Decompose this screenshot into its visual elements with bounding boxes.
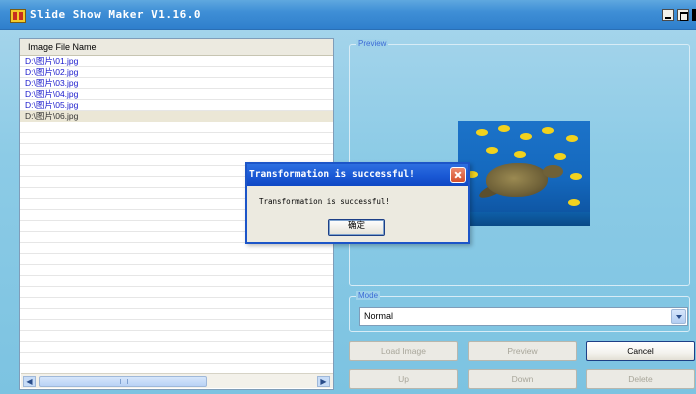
seabed-shape [458, 212, 590, 226]
fish-shape [486, 147, 498, 154]
list-item[interactable]: D:\图片\05.jpg [20, 100, 333, 111]
fish-shape [514, 151, 526, 158]
maximize-icon[interactable] [677, 9, 689, 21]
up-button[interactable]: Up [349, 369, 458, 389]
close-icon[interactable] [692, 9, 696, 21]
fish-shape [476, 129, 488, 136]
app-window: Slide Show Maker V1.16.0 Image File Name… [0, 0, 696, 394]
fish-shape [498, 125, 510, 132]
load-image-button[interactable]: Load Image [349, 341, 458, 361]
mode-select[interactable]: Normal [359, 307, 688, 326]
scroll-right-icon[interactable]: ▶ [317, 376, 330, 387]
list-column-header[interactable]: Image File Name [20, 39, 333, 56]
turtle-shape [486, 163, 548, 197]
horizontal-scrollbar[interactable]: ◀ ▶ [21, 373, 333, 388]
minimize-icon[interactable] [662, 9, 674, 21]
fish-shape [542, 127, 554, 134]
list-item[interactable]: D:\图片\03.jpg [20, 78, 333, 89]
down-button[interactable]: Down [468, 369, 577, 389]
preview-label: Preview [356, 39, 389, 48]
grip-icon [120, 379, 128, 384]
scroll-left-icon[interactable]: ◀ [23, 376, 36, 387]
window-title: Slide Show Maker V1.16.0 [30, 8, 201, 21]
cancel-button[interactable]: Cancel [586, 341, 695, 361]
dialog-message: Transformation is successful! [259, 197, 390, 206]
preview-image [458, 121, 590, 226]
turtle-head-shape [543, 165, 563, 178]
title-bar[interactable]: Slide Show Maker V1.16.0 [0, 0, 696, 30]
mode-selected-value: Normal [364, 311, 394, 321]
fish-shape [554, 153, 566, 160]
close-icon[interactable] [450, 167, 466, 183]
ok-button[interactable]: 确定 [328, 219, 385, 236]
delete-button[interactable]: Delete [586, 369, 695, 389]
fish-shape [520, 133, 532, 140]
mode-label: Mode [356, 291, 381, 300]
scroll-thumb[interactable] [39, 376, 207, 387]
list-item[interactable]: D:\图片\01.jpg [20, 56, 333, 67]
fish-shape [568, 199, 580, 206]
dialog-title: Transformation is successful! [249, 169, 415, 180]
list-item-selected[interactable]: D:\图片\06.jpg [20, 111, 333, 122]
mode-group: Mode Normal [349, 291, 690, 332]
list-item[interactable]: D:\图片\02.jpg [20, 67, 333, 78]
dialog-title-bar[interactable]: Transformation is successful! [247, 164, 468, 186]
list-item[interactable]: D:\图片\04.jpg [20, 89, 333, 100]
fish-shape [566, 135, 578, 142]
fish-shape [570, 173, 582, 180]
chevron-down-icon[interactable] [671, 309, 686, 324]
preview-button[interactable]: Preview [468, 341, 577, 361]
success-dialog: Transformation is successful! Transforma… [245, 162, 470, 244]
slideshow-app-icon [10, 9, 26, 23]
